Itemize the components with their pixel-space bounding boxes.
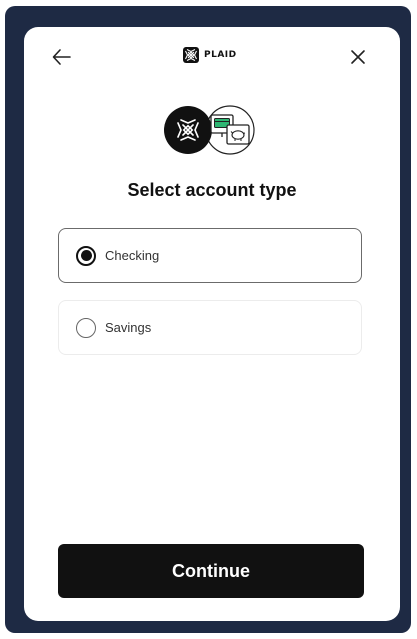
header: PLAID — [24, 27, 400, 87]
option-label-checking: Checking — [105, 248, 160, 263]
piggy-bank-icon — [226, 124, 250, 145]
plaid-logo: PLAID — [182, 44, 237, 66]
close-button[interactable] — [346, 45, 370, 69]
close-icon — [351, 50, 365, 64]
continue-button[interactable]: Continue — [58, 544, 364, 598]
plaid-logo-icon — [164, 106, 212, 154]
hero-illustration — [164, 103, 260, 157]
plaid-logo-text: PLAID — [204, 50, 237, 60]
option-savings[interactable]: Savings — [58, 300, 362, 355]
back-button[interactable] — [50, 45, 74, 69]
plaid-logo-icon — [183, 47, 199, 63]
arrow-left-icon — [52, 49, 71, 65]
option-label-savings: Savings — [105, 320, 152, 335]
account-type-card: PLAID Select account type Checking Savin… — [24, 27, 400, 621]
radio-button-checked[interactable] — [76, 245, 96, 266]
option-checking[interactable]: Checking — [58, 228, 362, 283]
page-title: Select account type — [127, 180, 297, 200]
radio-button-unchecked[interactable] — [76, 317, 96, 338]
